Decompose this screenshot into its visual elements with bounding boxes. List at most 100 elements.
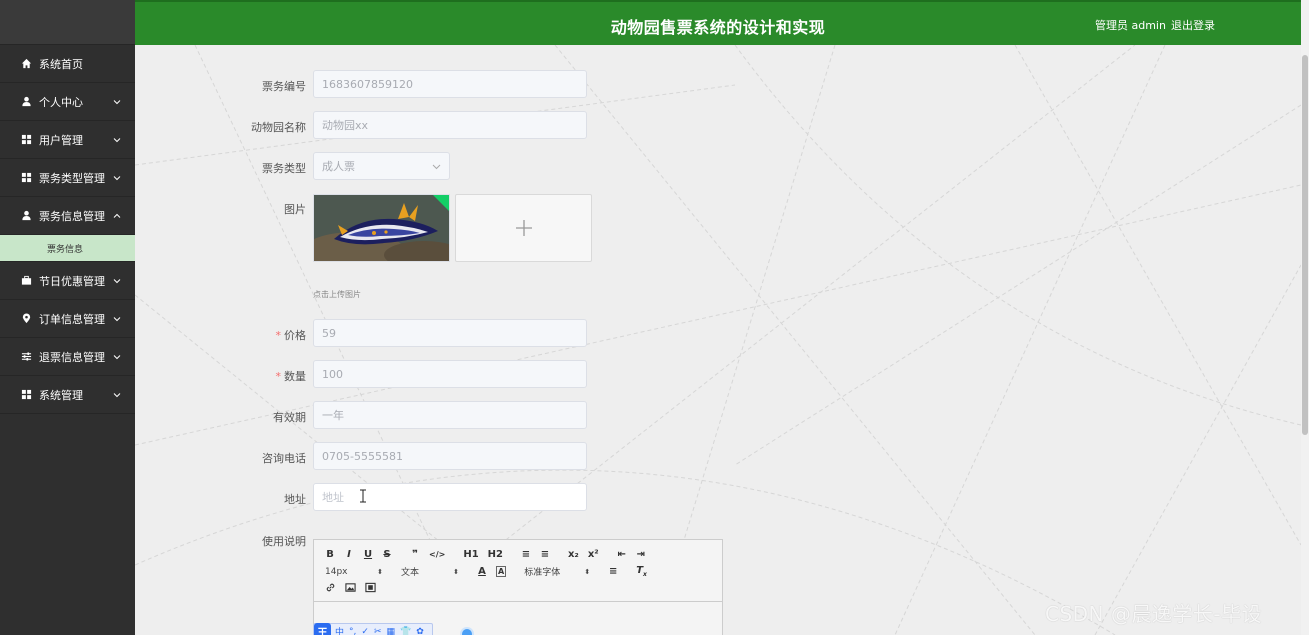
submenu-item-label: 票务信息 <box>47 244 84 255</box>
ime-skin-icon[interactable]: 👕 <box>400 627 411 635</box>
chevron-up-icon <box>113 213 121 218</box>
indent-button[interactable]: ⇥ <box>636 549 646 560</box>
ime-scissors-icon[interactable]: ✂ <box>374 627 382 635</box>
select-value: 成人票 <box>322 160 355 173</box>
text-color-button[interactable]: A <box>477 566 487 577</box>
sidebar-item-ticket-type-management[interactable]: 票务类型管理 <box>0 159 135 197</box>
sidebar: 系统首页 个人中心 用户管理 票务类型管理 票务信息管理 票务信息 节日优惠管理 <box>0 0 135 635</box>
price-field[interactable]: 59 <box>313 319 587 347</box>
sidebar-item-ticket-info-management[interactable]: 票务信息管理 <box>0 197 135 235</box>
clear-format-button[interactable]: Tx <box>636 565 647 578</box>
image-label: 图片 <box>196 201 306 217</box>
zoo-name-label: 动物园名称 <box>196 119 306 135</box>
sidebar-item-order-info-management[interactable]: 订单信息管理 <box>0 300 135 338</box>
ime-settings-icon[interactable]: ✿ <box>416 627 424 635</box>
sidebar-item-home[interactable]: 系统首页 <box>0 45 135 83</box>
submenu-item-ticket-info[interactable]: 票务信息 <box>0 235 135 262</box>
ime-assistant-icon[interactable] <box>460 627 474 635</box>
phone-field[interactable]: 0705-5555581 <box>313 442 587 470</box>
scrollbar-thumb[interactable] <box>1302 55 1308 435</box>
outdent-button[interactable]: ⇤ <box>617 549 627 560</box>
label-text: 图片 <box>284 203 306 216</box>
heading2-button[interactable]: H2 <box>488 549 503 560</box>
rich-text-editor[interactable]: B I U S ❞ </> H1 H2 ≡ ≡ x₂ x² ⇤ ⇥ 14px ⬍ … <box>313 539 723 635</box>
user-icon <box>20 96 32 108</box>
ime-keyboard-icon[interactable]: ▦ <box>386 627 395 635</box>
sidebar-item-personal-center[interactable]: 个人中心 <box>0 83 135 121</box>
align-button[interactable]: ≡ <box>608 566 618 577</box>
logout-link[interactable]: 退出登录 <box>1171 17 1215 33</box>
sidebar-item-label: 用户管理 <box>39 133 83 147</box>
sidebar-item-label: 系统首页 <box>39 57 83 71</box>
sidebar-item-refund-info-management[interactable]: 退票信息管理 <box>0 338 135 376</box>
briefcase-icon <box>20 275 32 287</box>
ime-chinese-toggle[interactable]: 中 <box>335 625 344 635</box>
user-icon <box>20 210 32 222</box>
label-text: 价格 <box>284 329 306 342</box>
ime-logo: 王 <box>314 623 331 635</box>
image-icon[interactable] <box>345 582 356 596</box>
video-icon[interactable] <box>365 582 376 596</box>
link-icon[interactable] <box>325 582 336 596</box>
font-family-select[interactable]: 标准字体 ⬍ <box>524 565 590 579</box>
sidebar-item-label: 票务信息管理 <box>39 209 105 223</box>
chevron-down-icon <box>113 392 121 397</box>
bold-button[interactable]: B <box>325 549 335 560</box>
font-size-select[interactable]: 14px ⬍ <box>325 567 383 577</box>
label-text: 数量 <box>284 370 306 383</box>
sidebar-item-label: 系统管理 <box>39 388 83 402</box>
location-icon <box>20 313 32 325</box>
header-select[interactable]: 文本 ⬍ <box>401 565 459 579</box>
image-upload-button[interactable] <box>455 194 592 262</box>
code-block-button[interactable]: </> <box>429 550 445 559</box>
field-value: 1683607859120 <box>322 77 413 91</box>
toolbar-row-format: B I U S ❞ </> H1 H2 ≡ ≡ x₂ x² ⇤ ⇥ <box>325 546 714 563</box>
upload-hint: 点击上传图片 <box>313 290 361 299</box>
ime-handwrite-icon[interactable]: ✓ <box>361 627 369 635</box>
ticket-no-label: 票务编号 <box>196 78 306 94</box>
chevron-down-icon <box>113 316 121 321</box>
chevron-down-icon <box>113 137 121 142</box>
field-value: 59 <box>322 326 336 340</box>
page-scrollbar[interactable] <box>1301 0 1309 635</box>
label-text: 票务类型 <box>262 162 306 175</box>
updown-icon: ⬍ <box>453 567 459 576</box>
ticket-no-field[interactable]: 1683607859120 <box>313 70 587 98</box>
sidebar-item-label: 个人中心 <box>39 95 83 109</box>
bullet-list-button[interactable]: ≡ <box>540 549 550 560</box>
uploaded-image-thumbnail[interactable] <box>313 194 450 262</box>
ticket-type-label: 票务类型 <box>196 160 306 176</box>
underline-button[interactable]: U <box>363 549 373 560</box>
top-header: 动物园售票系统的设计和实现 管理员 admin 退出登录 <box>135 0 1301 45</box>
zoo-name-field[interactable]: 动物园xx <box>313 111 587 139</box>
address-field[interactable]: 地址 <box>313 483 587 511</box>
home-icon <box>20 58 32 70</box>
blockquote-button[interactable]: ❞ <box>410 549 420 560</box>
sidebar-item-user-management[interactable]: 用户管理 <box>0 121 135 159</box>
superscript-button[interactable]: x² <box>588 549 599 560</box>
validity-label: 有效期 <box>196 409 306 425</box>
heading1-button[interactable]: H1 <box>463 549 478 560</box>
toolbar-row-insert <box>325 580 714 597</box>
sidebar-item-system-management[interactable]: 系统管理 <box>0 376 135 414</box>
chevron-down-icon <box>113 278 121 283</box>
italic-button[interactable]: I <box>344 549 354 560</box>
chevron-down-icon <box>113 354 121 359</box>
strike-button[interactable]: S <box>382 549 392 560</box>
sidebar-item-holiday-discount-management[interactable]: 节日优惠管理 <box>0 262 135 300</box>
subscript-button[interactable]: x₂ <box>568 549 579 560</box>
ime-toolbar[interactable]: 王 中 °, ✓ ✂ ▦ 👕 ✿ <box>313 623 433 635</box>
ordered-list-button[interactable]: ≡ <box>521 549 531 560</box>
watermark: CSDN @晨逸学长-毕设 <box>1045 602 1263 626</box>
price-label: * 价格 <box>196 327 307 343</box>
ticket-type-select[interactable]: 成人票 <box>313 152 450 180</box>
label-text: 票务编号 <box>262 80 306 93</box>
validity-field[interactable]: 一年 <box>313 401 587 429</box>
chevron-down-icon <box>432 164 441 170</box>
quantity-field[interactable]: 100 <box>313 360 587 388</box>
background-color-button[interactable]: A <box>496 566 507 577</box>
chevron-down-icon <box>113 99 121 104</box>
success-corner-mark <box>433 195 449 211</box>
ime-punctuation-toggle[interactable]: °, <box>349 627 356 635</box>
sidebar-item-label: 票务类型管理 <box>39 171 105 185</box>
